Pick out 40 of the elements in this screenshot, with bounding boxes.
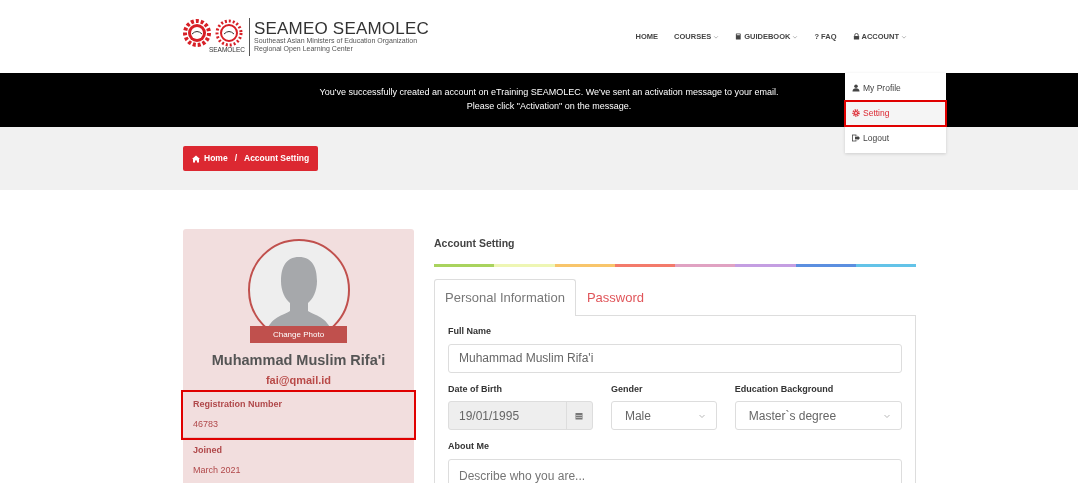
select-field[interactable]: Male xyxy=(610,401,717,431)
lock-icon xyxy=(852,33,860,40)
calendar-icon xyxy=(575,411,584,420)
profile-name: Muhammad Muslim Rifa'i xyxy=(210,351,387,370)
tab[interactable]: Personal Information xyxy=(434,278,576,317)
breadcrumb-link[interactable]: Account Setting xyxy=(244,152,310,166)
field-label: About Me xyxy=(448,440,490,454)
info-label: Registration Number xyxy=(193,398,283,412)
select-value: Master`s degree xyxy=(748,407,837,425)
field-label: Gender xyxy=(610,382,644,396)
book-icon xyxy=(735,33,743,40)
menu-item[interactable]: Logout xyxy=(845,125,946,151)
field-label: Education Background xyxy=(734,382,835,396)
date-value: 19/01/1995 xyxy=(458,407,521,425)
date-field[interactable]: 19/01/1995 xyxy=(448,401,593,431)
tab[interactable]: Password xyxy=(575,278,656,316)
logo-title: SEAMEO SEAMOLEC xyxy=(254,20,429,38)
profile-email: fai@qmail.id xyxy=(264,372,333,388)
banner-message: You've successfully created an account on eTraining SEAMOLEC. We've sent an activation message to your email. xyxy=(319,86,779,100)
field-label: Full Name xyxy=(448,325,492,339)
change-photo-button[interactable]: Change Photo xyxy=(250,326,347,343)
settings-icon xyxy=(852,109,860,118)
menu-item[interactable]: Setting xyxy=(845,100,946,126)
info-value: 46783 xyxy=(193,417,220,431)
menu-item[interactable]: My Profile xyxy=(845,76,946,101)
field-label: Date of Birth xyxy=(448,382,503,396)
home-icon xyxy=(192,154,200,163)
info-value: March 2021 xyxy=(193,463,242,477)
user-icon xyxy=(852,84,860,93)
logout-icon xyxy=(852,133,860,142)
input-field[interactable]: Muhammad Muslim Rifa'i xyxy=(448,343,902,373)
breadcrumb-link[interactable]: Home xyxy=(204,152,228,166)
logo-icon xyxy=(183,19,245,48)
input-field[interactable]: Describe who you are... xyxy=(448,458,902,483)
breadcrumb-separator: / xyxy=(234,152,237,166)
select-value: Male xyxy=(624,407,651,425)
select-field[interactable]: Master`s degree xyxy=(734,401,902,431)
section-title: Account Setting xyxy=(434,236,516,251)
info-label: Joined xyxy=(193,444,223,458)
banner-message: Please click "Activation" on the message. xyxy=(466,100,632,113)
